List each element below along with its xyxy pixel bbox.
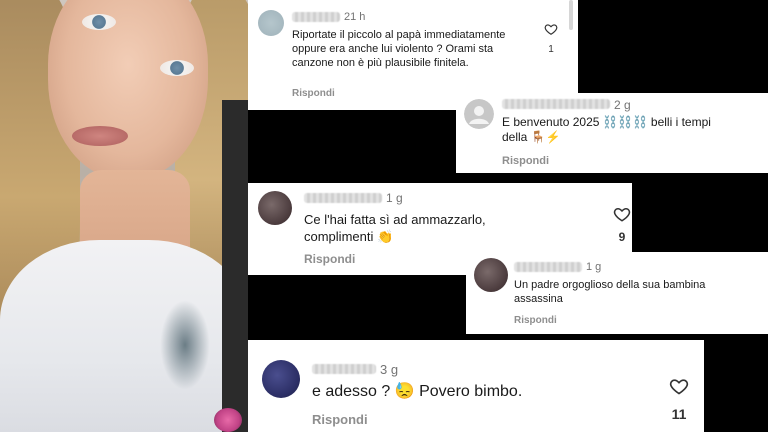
comment-text: E benvenuto 2025 ⛓️⛓️⛓️ belli i tempi de…	[502, 115, 711, 144]
reply-button[interactable]: Rispondi	[514, 315, 557, 326]
person-silhouette-icon[interactable]	[464, 99, 494, 129]
username-blurred[interactable]	[312, 364, 376, 374]
like-count: 9	[618, 230, 626, 244]
reply-button[interactable]: Rispondi	[292, 88, 335, 99]
avatar[interactable]	[258, 191, 292, 225]
scrollbar[interactable]	[569, 0, 573, 30]
comment-text: e adesso ? 😓 Povero bimbo.	[312, 383, 523, 400]
username-blurred[interactable]	[502, 99, 610, 109]
comment-text: Un padre orgoglioso della sua bambina as…	[514, 279, 706, 305]
avatar[interactable]	[258, 10, 284, 36]
comment-text: Ce l'hai fatta sì ad ammazzarlo, complim…	[304, 212, 486, 244]
comment-time: 3 g	[380, 362, 399, 377]
like-count: 11	[671, 406, 687, 422]
comment-card: 2 g E benvenuto 2025 ⛓️⛓️⛓️ belli i temp…	[456, 93, 768, 173]
avatar[interactable]	[474, 258, 508, 292]
reply-button[interactable]: Rispondi	[502, 155, 549, 167]
comment-time: 2 g	[614, 98, 631, 112]
username-blurred[interactable]	[304, 193, 382, 203]
username-blurred[interactable]	[292, 12, 340, 22]
heart-icon[interactable]	[544, 22, 558, 36]
comment-card: 1 g Un padre orgoglioso della sua bambin…	[466, 252, 768, 334]
username-blurred[interactable]	[514, 262, 582, 272]
heart-icon[interactable]	[669, 376, 689, 396]
avatar[interactable]	[262, 360, 300, 398]
profile-photo	[0, 0, 248, 432]
comment-card: 3 g e adesso ? 😓 Povero bimbo. Rispondi …	[248, 340, 704, 432]
heart-icon[interactable]	[613, 205, 631, 223]
comment-time: 21 h	[344, 11, 366, 23]
comment-time: 1 g	[386, 191, 403, 205]
comment-text: Riportate il piccolo al papà immediatame…	[292, 29, 506, 69]
reply-button[interactable]: Rispondi	[312, 412, 368, 427]
comment-time: 1 g	[586, 261, 602, 273]
reply-button[interactable]: Rispondi	[304, 252, 355, 266]
like-count: 1	[548, 44, 554, 55]
